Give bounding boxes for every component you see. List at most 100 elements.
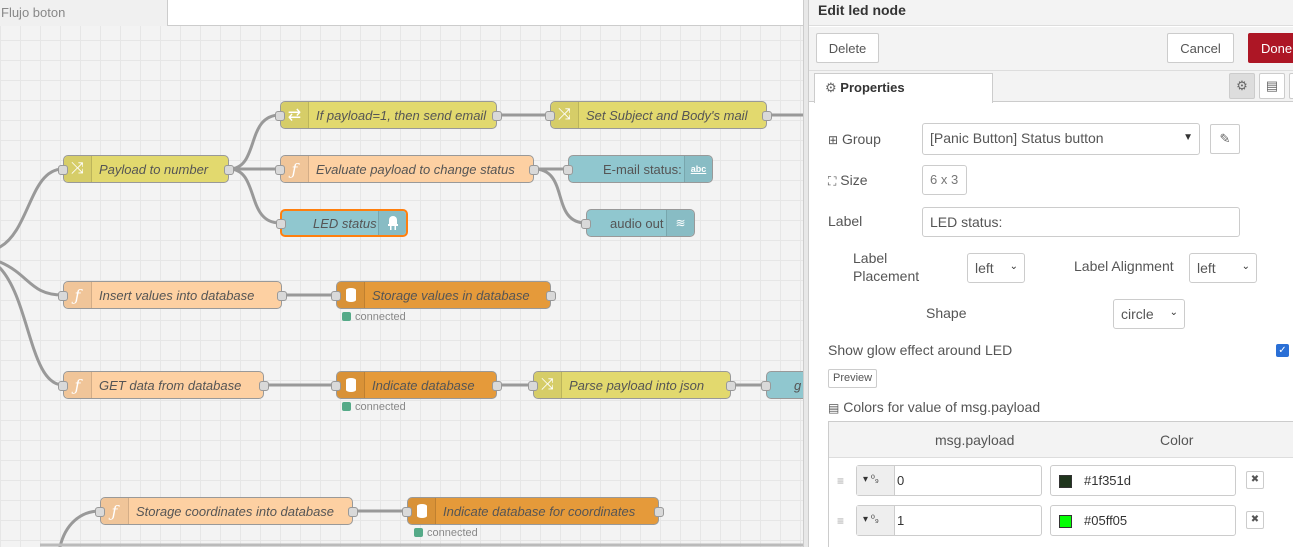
done-button[interactable]: Done (1248, 33, 1293, 63)
output-port[interactable] (726, 381, 736, 391)
node-audio-out[interactable]: audio out ≋ (581, 209, 695, 237)
input-port[interactable] (58, 291, 68, 301)
status-dot (342, 312, 351, 321)
shape-label: Shape (926, 305, 967, 321)
status-dot (414, 528, 423, 537)
number-type-icon[interactable]: ▾ ⁰₉ (857, 466, 895, 495)
remove-row-icon[interactable]: ✖ (1246, 471, 1264, 489)
function-icon: ƒ (281, 156, 309, 182)
input-port[interactable] (276, 219, 286, 229)
wire (227, 113, 282, 171)
payload-typed-input[interactable]: ▾ ⁰₉ 1 (856, 505, 1042, 536)
input-port[interactable] (275, 111, 285, 121)
output-port[interactable] (546, 291, 556, 301)
color-swatch[interactable] (1059, 475, 1072, 488)
colors-heading: ▤ Colors for value of msg.payload (828, 399, 1041, 415)
database-icon (408, 498, 436, 524)
drag-handle-icon[interactable]: ≡ (837, 514, 847, 528)
node-storage-values[interactable]: Storage values in database (331, 281, 556, 309)
output-port[interactable] (762, 111, 772, 121)
col-payload-header: msg.payload (935, 432, 1015, 448)
input-port[interactable] (545, 111, 555, 121)
wire (0, 167, 65, 249)
description-doc-icon[interactable]: ▤ (1259, 73, 1285, 99)
input-port[interactable] (58, 381, 68, 391)
label-placement-select[interactable]: left ⌄ (967, 253, 1025, 283)
output-port[interactable] (348, 507, 358, 517)
wire (227, 167, 282, 225)
size-button[interactable]: 6 x 3 (922, 165, 967, 195)
payload-typed-input[interactable]: ▾ ⁰₉ 0 (856, 465, 1042, 496)
input-port[interactable] (95, 507, 105, 517)
output-port[interactable] (277, 291, 287, 301)
node-status: connected (342, 311, 406, 323)
node-set-subject[interactable]: ⤨ Set Subject and Body's mail (545, 101, 772, 129)
color-swatch[interactable] (1059, 515, 1072, 528)
delete-button[interactable]: Delete (816, 33, 879, 63)
switch-icon: ⇄ (281, 102, 309, 128)
chevron-down-icon: ⌄ (1009, 261, 1018, 272)
function-icon: ƒ (64, 282, 92, 308)
group-label: ⊞ Group (828, 131, 881, 147)
input-port[interactable] (402, 507, 412, 517)
color-row: ≡ ▾ ⁰₉ 1 #05ff05 ✖ (829, 503, 1293, 543)
input-port[interactable] (581, 219, 591, 229)
number-type-icon[interactable]: ▾ ⁰₉ (857, 506, 895, 535)
label-alignment-select[interactable]: left ⌄ (1189, 253, 1257, 283)
node-evaluate-payload[interactable]: ƒ Evaluate payload to change status (275, 155, 539, 183)
led-icon (378, 211, 406, 235)
node-insert-values[interactable]: ƒ Insert values into database (58, 281, 287, 309)
node-indicate-database-coordinates[interactable]: Indicate database for coordinates (402, 497, 664, 525)
output-port[interactable] (492, 381, 502, 391)
color-input[interactable]: #1f351d (1050, 465, 1236, 496)
shape-select[interactable]: circle ⌄ (1113, 299, 1185, 329)
input-port[interactable] (331, 381, 341, 391)
edit-node-panel: Edit led node Delete Cancel Done ⚙ Prope… (809, 0, 1293, 547)
list-icon: ▤ (828, 401, 840, 415)
drag-handle-icon[interactable]: ≡ (837, 474, 847, 488)
input-port[interactable] (563, 165, 573, 175)
node-cut-off[interactable]: g (761, 371, 806, 399)
shuffle-icon: ⤨ (64, 156, 92, 182)
col-color-header: Color (1160, 432, 1194, 448)
edit-group-pencil-icon[interactable]: ✎ (1210, 124, 1240, 154)
output-port[interactable] (654, 507, 664, 517)
tab-properties[interactable]: ⚙ Properties (814, 73, 993, 103)
settings-gear-icon[interactable]: ⚙ (1229, 73, 1255, 99)
node-parse-payload[interactable]: ⤨ Parse payload into json (528, 371, 736, 399)
chevron-down-icon: ⌄ (1169, 307, 1178, 318)
database-icon (337, 282, 365, 308)
input-port[interactable] (275, 165, 285, 175)
node-get-data[interactable]: ƒ GET data from database (58, 371, 269, 399)
node-storage-coordinates[interactable]: ƒ Storage coordinates into database (95, 497, 358, 525)
output-port[interactable] (224, 165, 234, 175)
colors-table: msg.payload Color ≡ ▾ ⁰₉ 0 #1f351d ✖ ≡ ▾… (828, 421, 1293, 547)
node-status: connected (414, 527, 478, 539)
output-port[interactable] (492, 111, 502, 121)
group-select[interactable]: [Panic Button] Status button ▼ (922, 123, 1200, 155)
input-port[interactable] (761, 381, 771, 391)
input-port[interactable] (528, 381, 538, 391)
wires-layer (0, 113, 806, 547)
label-input[interactable]: LED status: (922, 207, 1240, 237)
glow-checkbox[interactable]: ✓ (1276, 344, 1289, 357)
remove-row-icon[interactable]: ✖ (1246, 511, 1264, 529)
appearance-icon[interactable] (1289, 73, 1293, 99)
flow-workspace[interactable]: Flujo boton ⤨ Payload to number ⇄ If pay… (0, 0, 806, 547)
output-port[interactable] (529, 165, 539, 175)
node-led-status[interactable]: LED status (276, 209, 408, 237)
node-indicate-database[interactable]: Indicate database (331, 371, 502, 399)
node-payload-to-number[interactable]: ⤨ Payload to number (58, 155, 234, 183)
input-port[interactable] (58, 165, 68, 175)
abc-text-icon: abc (684, 156, 712, 182)
output-port[interactable] (259, 381, 269, 391)
cancel-button[interactable]: Cancel (1167, 33, 1234, 63)
preview-button[interactable]: Preview (828, 369, 878, 388)
node-email-status[interactable]: E-mail status: abc (563, 155, 713, 183)
input-port[interactable] (331, 291, 341, 301)
color-input[interactable]: #05ff05 (1050, 505, 1236, 536)
colors-table-header: msg.payload Color (829, 422, 1293, 458)
panel-title: Edit led node (809, 0, 1293, 26)
node-if-payload[interactable]: ⇄ If payload=1, then send email (275, 101, 502, 129)
resize-icon: ⛶ (828, 174, 837, 188)
